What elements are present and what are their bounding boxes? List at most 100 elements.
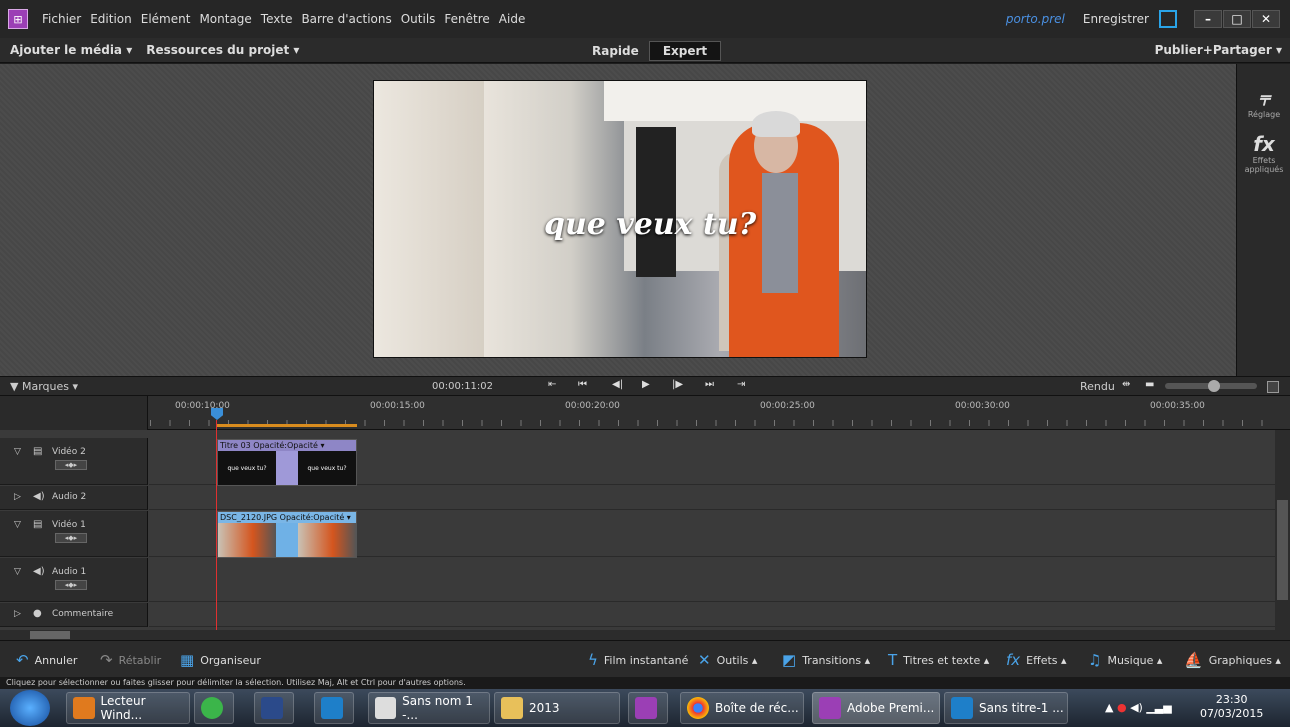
zoom-out-icon[interactable]: ▬ bbox=[1145, 379, 1154, 390]
menu-right: porto.prel Enregistrer – □ ✕ bbox=[1006, 10, 1290, 28]
taskbar-button[interactable] bbox=[254, 692, 294, 724]
undo-button[interactable]: ↶ Annuler bbox=[16, 651, 77, 669]
keyframe-controls[interactable]: ◂◆▸ bbox=[55, 533, 87, 543]
play-icon[interactable]: ▶ bbox=[642, 379, 650, 390]
step-forward-icon[interactable]: |▶ bbox=[672, 379, 683, 390]
goto-end-icon[interactable]: ⇥ bbox=[737, 379, 745, 390]
add-media-button[interactable]: Ajouter le média ▾ bbox=[10, 43, 132, 57]
save-button[interactable]: Enregistrer bbox=[1083, 12, 1149, 26]
horizontal-scrollbar[interactable] bbox=[0, 630, 1290, 640]
work-area-bar[interactable] bbox=[217, 424, 357, 427]
menu-item-texte[interactable]: Texte bbox=[261, 12, 293, 26]
maximize-icon[interactable]: □ bbox=[1223, 10, 1251, 28]
publish-share-button[interactable]: Publier+Partager ▾ bbox=[1155, 43, 1282, 57]
graphics-button[interactable]: ⛵ Graphiques ▴ bbox=[1184, 651, 1281, 669]
menu-item-fichier[interactable]: Fichier bbox=[42, 12, 81, 26]
tools-button[interactable]: ✕ Outils ▴ bbox=[698, 651, 757, 669]
project-assets-button[interactable]: Ressources du projet ▾ bbox=[146, 43, 299, 57]
track-header-audio2[interactable]: ▷ ◀) Audio 2 bbox=[0, 486, 148, 510]
taskbar-button[interactable] bbox=[314, 692, 354, 724]
transitions-label: Transitions ▴ bbox=[802, 653, 871, 667]
next-edit-icon[interactable]: ⏭ bbox=[705, 379, 714, 390]
expand-icon[interactable]: ▷ bbox=[14, 609, 21, 619]
timecode[interactable]: 00:00:11:02 bbox=[432, 381, 493, 392]
markers-dropdown[interactable]: ▼ Marques ▾ bbox=[10, 380, 148, 393]
vertical-scrollbar[interactable] bbox=[1275, 430, 1290, 630]
taskbar-button[interactable]: 2013 bbox=[494, 692, 620, 724]
system-tray[interactable]: ▲ ● ◀) ▁▃▅ bbox=[1105, 701, 1172, 714]
taskbar-button[interactable] bbox=[194, 692, 234, 724]
taskbar-button[interactable]: Sans nom 1 -... bbox=[368, 692, 490, 724]
track-header-video2[interactable]: ▽ ▤ Vidéo 2 ◂◆▸ bbox=[0, 438, 148, 485]
fullscreen-icon[interactable] bbox=[1159, 10, 1177, 28]
app-icon[interactable]: ⊞ bbox=[8, 9, 28, 29]
time-ruler[interactable]: 00:00:10:00 00:00:15:00 00:00:20:00 00:0… bbox=[0, 396, 1290, 430]
menu-item-fenetre[interactable]: Fenêtre bbox=[444, 12, 489, 26]
start-button[interactable] bbox=[10, 690, 50, 726]
menu-item-barre-actions[interactable]: Barre d'actions bbox=[301, 12, 391, 26]
ruler-label: 00:00:25:00 bbox=[760, 401, 815, 411]
clip-title[interactable]: Titre 03 Opacité:Opacité ▾ que veux tu? … bbox=[217, 439, 357, 486]
music-button[interactable]: ♫ Musique ▴ bbox=[1088, 651, 1162, 669]
taskbar-button[interactable]: Adobe Premi... bbox=[812, 692, 940, 724]
premiere-elements-icon bbox=[635, 697, 657, 719]
taskbar-button[interactable] bbox=[628, 692, 668, 724]
effects-button[interactable]: fx Effets ▴ bbox=[1006, 651, 1067, 669]
clip-frames: que veux tu? que veux tu? bbox=[218, 451, 356, 485]
scrollbar-thumb[interactable] bbox=[30, 631, 70, 639]
menu-item-montage[interactable]: Montage bbox=[199, 12, 251, 26]
ruler-header bbox=[0, 396, 148, 430]
track-header-audio1[interactable]: ▽ ◀) Audio 1 ◂◆▸ bbox=[0, 558, 148, 602]
expand-icon[interactable]: ▽ bbox=[14, 567, 21, 577]
track-lane-audio2[interactable] bbox=[149, 486, 1275, 510]
taskbar-button[interactable]: Sans titre-1 ... bbox=[944, 692, 1068, 724]
redo-button[interactable]: ↷ Rétablir bbox=[100, 651, 161, 669]
clip-photo[interactable]: DSC_2120.JPG Opacité:Opacité ▾ bbox=[217, 511, 357, 558]
taskbar-button[interactable]: Boîte de réc... bbox=[680, 692, 804, 724]
taskbar-label: Lecteur Wind... bbox=[100, 694, 146, 722]
playhead-handle[interactable] bbox=[211, 408, 223, 420]
instant-movie-button[interactable]: ϟ Film instantané bbox=[588, 651, 688, 669]
zoom-slider-knob[interactable] bbox=[1208, 380, 1220, 392]
previous-edit-icon[interactable]: ⏮ bbox=[578, 379, 587, 390]
organizer-button[interactable]: ▦ Organiseur bbox=[180, 651, 261, 669]
windows-taskbar: Lecteur Wind... Sans nom 1 -... 2013 Boî… bbox=[0, 689, 1290, 727]
zoom-in-icon[interactable] bbox=[1267, 381, 1279, 393]
adjust-button[interactable]: ⫧ Réglage bbox=[1237, 86, 1290, 119]
step-back-icon[interactable]: ◀| bbox=[612, 379, 623, 390]
lightning-icon: ϟ bbox=[588, 651, 598, 669]
tools-icon: ✕ bbox=[698, 651, 711, 669]
playhead-line[interactable] bbox=[216, 420, 217, 633]
title-caption[interactable]: que veux tu? bbox=[544, 207, 756, 242]
graphics-label: Graphiques ▴ bbox=[1208, 653, 1281, 667]
menu-item-edition[interactable]: Edition bbox=[90, 12, 132, 26]
transitions-button[interactable]: ◩ Transitions ▴ bbox=[782, 651, 870, 669]
track-lane-audio1[interactable] bbox=[149, 558, 1275, 602]
close-icon[interactable]: ✕ bbox=[1252, 10, 1280, 28]
track-header-video1[interactable]: ▽ ▤ Vidéo 1 ◂◆▸ bbox=[0, 511, 148, 557]
tab-rapide[interactable]: Rapide bbox=[578, 41, 653, 61]
titles-button[interactable]: T Titres et texte ▴ bbox=[888, 651, 989, 669]
menu-item-element[interactable]: Elément bbox=[141, 12, 191, 26]
expand-icon[interactable]: ▽ bbox=[14, 520, 21, 530]
fit-timeline-icon[interactable]: ⇹ bbox=[1122, 379, 1130, 390]
minimize-icon[interactable]: – bbox=[1194, 10, 1222, 28]
track-header-narration[interactable]: ▷ ● Commentaire bbox=[0, 603, 148, 627]
clip-thumb: que veux tu? bbox=[218, 451, 276, 485]
system-clock[interactable]: 23:30 07/03/2015 bbox=[1200, 693, 1263, 721]
scrollbar-thumb[interactable] bbox=[1277, 500, 1288, 600]
menu-item-aide[interactable]: Aide bbox=[499, 12, 526, 26]
keyframe-controls[interactable]: ◂◆▸ bbox=[55, 580, 87, 590]
track-lane-narration[interactable] bbox=[149, 603, 1275, 627]
menu-item-outils[interactable]: Outils bbox=[401, 12, 436, 26]
render-button[interactable]: Rendu bbox=[1080, 380, 1115, 393]
expand-icon[interactable]: ▽ bbox=[14, 447, 21, 457]
antivirus-icon: ● bbox=[1116, 701, 1127, 714]
expand-icon[interactable]: ▷ bbox=[14, 492, 21, 502]
preview-frame[interactable]: que veux tu? bbox=[373, 80, 867, 358]
applied-effects-button[interactable]: fx Effets appliqués bbox=[1237, 132, 1290, 174]
taskbar-button[interactable]: Lecteur Wind... bbox=[66, 692, 190, 724]
goto-start-icon[interactable]: ⇤ bbox=[548, 379, 556, 390]
keyframe-controls[interactable]: ◂◆▸ bbox=[55, 460, 87, 470]
tab-expert[interactable]: Expert bbox=[649, 41, 721, 61]
